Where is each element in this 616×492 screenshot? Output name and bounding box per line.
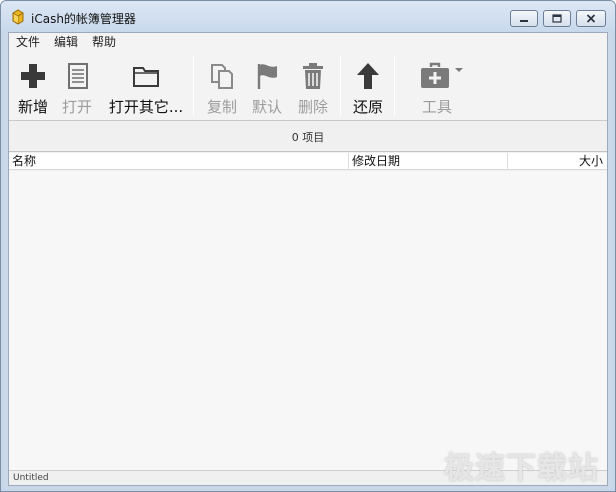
client-area: 文件 编辑 帮助 新增 打开 打开其它... 复制 默认 删除 还原 工具 0 … [8, 32, 608, 486]
plus-icon [21, 64, 45, 88]
title-bar[interactable]: iCash的帐簿管理器 [1, 1, 615, 32]
window-title: iCash的帐簿管理器 [31, 12, 136, 26]
default-button[interactable]: 默认 [249, 60, 285, 118]
new-button[interactable]: 新增 [15, 60, 51, 118]
toolbar-separator [193, 56, 194, 116]
delete-button[interactable]: 删除 [295, 60, 331, 118]
column-size[interactable]: 大小 [508, 153, 607, 170]
item-count: 0 项目 [9, 122, 607, 152]
open-other-button[interactable]: 打开其它... [106, 60, 186, 118]
folder-icon [133, 67, 159, 87]
minimize-button[interactable] [510, 10, 538, 27]
app-icon [12, 9, 24, 25]
tools-button-label: 工具 [421, 98, 452, 116]
flag-icon [257, 64, 277, 89]
close-button[interactable] [576, 10, 606, 27]
file-list[interactable] [9, 171, 607, 470]
toolbar: 新增 打开 打开其它... 复制 默认 删除 还原 工具 [9, 50, 607, 121]
open-other-button-label: 打开其它... [108, 98, 184, 116]
copy-button[interactable]: 复制 [204, 60, 240, 118]
maximize-icon [552, 14, 562, 23]
menu-file[interactable]: 文件 [16, 33, 40, 50]
menu-help[interactable]: 帮助 [92, 33, 116, 50]
column-name[interactable]: 名称 [9, 153, 349, 170]
menu-edit[interactable]: 编辑 [54, 33, 78, 50]
trash-icon [303, 63, 323, 89]
open-button[interactable]: 打开 [59, 60, 95, 118]
toolbox-icon [421, 62, 463, 88]
maximize-button[interactable] [543, 10, 571, 27]
menu-bar: 文件 编辑 帮助 [9, 33, 607, 50]
toolbar-separator [394, 56, 395, 116]
delete-button-label: 删除 [297, 98, 328, 116]
new-button-label: 新增 [17, 98, 48, 116]
copy-button-label: 复制 [206, 98, 237, 116]
close-icon [586, 14, 596, 23]
tools-button[interactable]: 工具 [417, 60, 467, 118]
default-button-label: 默认 [251, 98, 282, 116]
restore-button-label: 还原 [352, 98, 383, 116]
minimize-icon [520, 19, 528, 22]
copy-icon [211, 64, 233, 89]
open-button-label: 打开 [61, 98, 92, 116]
document-icon [68, 63, 88, 89]
app-window: iCash的帐簿管理器 文件 编辑 帮助 新增 打开 打开其它... 复制 默认… [0, 0, 616, 492]
restore-button[interactable]: 还原 [350, 60, 386, 118]
toolbar-separator [340, 56, 341, 116]
list-header: 名称 修改日期 大小 [9, 153, 607, 170]
column-modified-date[interactable]: 修改日期 [349, 153, 508, 170]
arrow-up-icon [357, 63, 379, 89]
watermark: 极速下载站 [444, 451, 599, 486]
